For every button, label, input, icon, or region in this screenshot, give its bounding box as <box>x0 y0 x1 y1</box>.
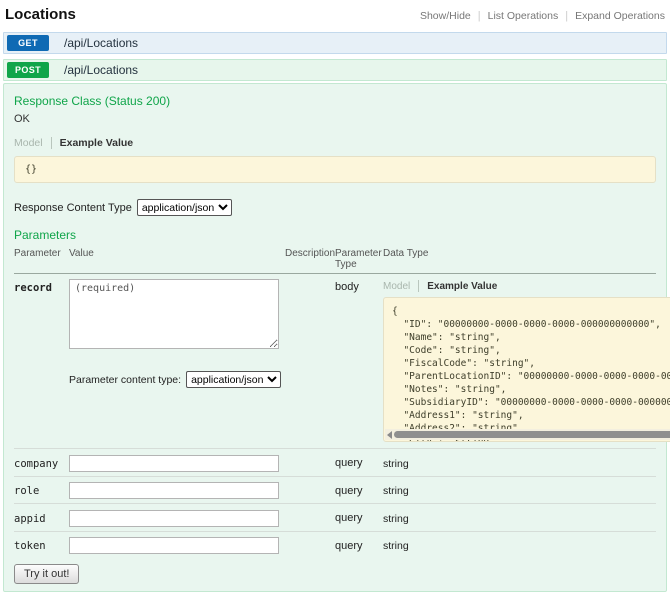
param-type-role: query <box>335 483 383 497</box>
param-row-company: company query string <box>14 448 656 476</box>
param-description-cell <box>285 279 335 442</box>
param-type-appid: query <box>335 510 383 524</box>
record-tabs: Model Example Value <box>383 280 670 292</box>
parameter-content-type-row: Parameter content type: application/json <box>69 371 285 388</box>
record-tab-example-value[interactable]: Example Value <box>427 281 497 292</box>
param-name-record: record <box>14 279 69 442</box>
param-row-role: role query string <box>14 476 656 504</box>
post-path[interactable]: /api/Locations <box>64 63 138 77</box>
operation-row-post[interactable]: POST /api/Locations <box>3 59 667 81</box>
param-type-token: query <box>335 538 383 552</box>
col-data-type: Data Type <box>383 248 656 270</box>
parameters-table-header: Parameter Value Description Parameter Ty… <box>14 248 656 274</box>
param-value-cell: Parameter content type: application/json <box>69 279 285 442</box>
horizontal-scrollbar[interactable] <box>385 429 670 440</box>
record-body-textarea[interactable] <box>69 279 279 349</box>
link-separator: | <box>471 10 488 22</box>
param-name-appid: appid <box>14 510 69 525</box>
data-type-role: string <box>383 482 656 497</box>
tab-divider <box>418 280 419 292</box>
post-operation-content: Response Class (Status 200) OK Model Exa… <box>3 83 667 592</box>
get-method-badge[interactable]: GET <box>7 35 49 51</box>
response-content-type-select[interactable]: application/json <box>137 199 232 216</box>
response-content-type-row: Response Content Type application/json <box>14 199 656 216</box>
token-input[interactable] <box>69 537 279 554</box>
list-operations-link[interactable]: List Operations <box>488 10 559 22</box>
param-name-role: role <box>14 482 69 497</box>
get-path[interactable]: /api/Locations <box>64 36 138 50</box>
role-input[interactable] <box>69 482 279 499</box>
parameter-content-type-label: Parameter content type: <box>69 374 181 386</box>
response-class-heading: Response Class (Status 200) <box>14 94 656 108</box>
scroll-left-arrow-icon[interactable] <box>387 431 392 439</box>
record-model-cell: Model Example Value { "ID": "00000000-00… <box>383 279 670 442</box>
param-name-company: company <box>14 455 69 470</box>
param-value-cell <box>69 508 285 527</box>
scrollbar-thumb[interactable] <box>394 431 670 438</box>
col-parameter-type: Parameter Type <box>335 248 383 270</box>
tab-model[interactable]: Model <box>14 137 43 149</box>
link-separator: | <box>558 10 575 22</box>
param-value-cell <box>69 453 285 472</box>
operation-row-get[interactable]: GET /api/Locations <box>3 32 667 54</box>
response-example-code: {} <box>14 156 656 183</box>
response-content-type-label: Response Content Type <box>14 202 132 214</box>
swagger-page: Locations Show/Hide | List Operations | … <box>0 0 670 595</box>
response-description: OK <box>14 113 656 125</box>
param-value-cell <box>69 536 285 555</box>
param-row-record: record Parameter content type: applicati… <box>14 274 656 448</box>
param-row-appid: appid query string <box>14 503 656 531</box>
col-parameter: Parameter <box>14 248 69 270</box>
data-type-company: string <box>383 455 656 470</box>
record-example-json[interactable]: { "ID": "00000000-0000-0000-0000-0000000… <box>384 298 670 441</box>
parameters-table: Parameter Value Description Parameter Ty… <box>14 248 656 558</box>
parameters-heading: Parameters <box>14 228 656 242</box>
col-value: Value <box>69 248 285 270</box>
header-links: Show/Hide | List Operations | Expand Ope… <box>420 10 665 22</box>
show-hide-link[interactable]: Show/Hide <box>420 10 471 22</box>
response-tabs: Model Example Value <box>14 137 656 149</box>
record-tab-model[interactable]: Model <box>383 281 410 292</box>
tab-example-value[interactable]: Example Value <box>60 137 134 149</box>
data-type-token: string <box>383 537 656 552</box>
try-it-out-button[interactable]: Try it out! <box>14 564 79 584</box>
post-method-badge[interactable]: POST <box>7 62 49 78</box>
param-type-company: query <box>335 455 383 469</box>
tab-divider <box>51 137 52 149</box>
company-input[interactable] <box>69 455 279 472</box>
param-name-token: token <box>14 537 69 552</box>
data-type-appid: string <box>383 510 656 525</box>
parameter-content-type-select[interactable]: application/json <box>186 371 281 388</box>
record-example-json-box: { "ID": "00000000-0000-0000-0000-0000000… <box>383 297 670 442</box>
section-header: Locations Show/Hide | List Operations | … <box>3 3 667 27</box>
appid-input[interactable] <box>69 510 279 527</box>
page-title: Locations <box>5 6 76 23</box>
param-value-cell <box>69 481 285 500</box>
param-type-record: body <box>335 279 383 442</box>
expand-operations-link[interactable]: Expand Operations <box>575 10 665 22</box>
col-description: Description <box>285 248 335 270</box>
